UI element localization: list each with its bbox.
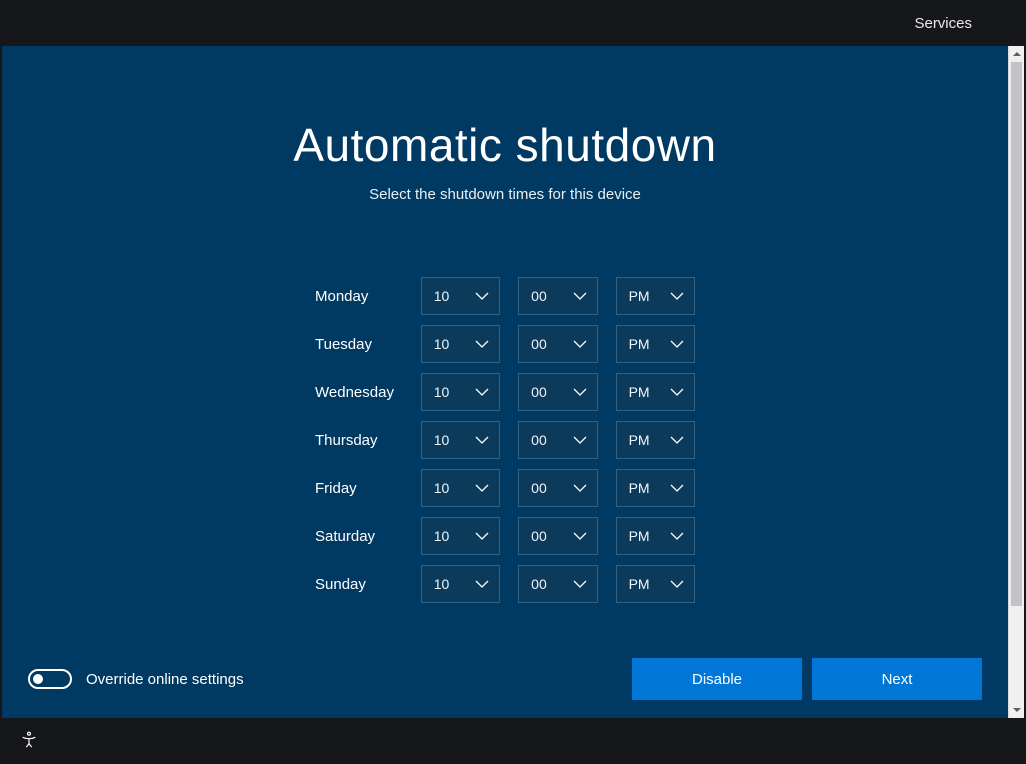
schedule-row: Sunday 10 00 PM	[315, 565, 695, 603]
day-label: Thursday	[315, 432, 403, 449]
footer-row: Override online settings Disable Next	[28, 658, 982, 700]
main-panel: Automatic shutdown Select the shutdown t…	[2, 46, 1008, 718]
chevron-down-icon	[670, 577, 684, 591]
schedule-row: Saturday 10 00 PM	[315, 517, 695, 555]
chevron-down-icon	[573, 433, 587, 447]
ampm-dropdown[interactable]: PM	[616, 373, 695, 411]
day-label: Wednesday	[315, 384, 403, 401]
disable-button[interactable]: Disable	[632, 658, 802, 700]
day-label: Saturday	[315, 528, 403, 545]
day-label: Sunday	[315, 576, 403, 593]
schedule-row: Tuesday 10 00 PM	[315, 325, 695, 363]
titlebar-title: Services	[914, 15, 972, 32]
chevron-down-icon	[475, 385, 489, 399]
minute-dropdown[interactable]: 00	[518, 469, 597, 507]
minute-value: 00	[531, 288, 547, 304]
hour-dropdown[interactable]: 10	[421, 277, 500, 315]
minute-dropdown[interactable]: 00	[518, 565, 597, 603]
scroll-thumb[interactable]	[1011, 62, 1022, 606]
toggle-dot	[33, 674, 43, 684]
ampm-dropdown[interactable]: PM	[616, 565, 695, 603]
chevron-down-icon	[475, 481, 489, 495]
chevron-down-icon	[670, 433, 684, 447]
chevron-down-icon	[475, 289, 489, 303]
schedule-grid: Monday 10 00 PM Tuesday	[2, 277, 1008, 603]
hour-dropdown[interactable]: 10	[421, 517, 500, 555]
ampm-value: PM	[629, 288, 650, 304]
minute-dropdown[interactable]: 00	[518, 421, 597, 459]
chevron-down-icon	[670, 385, 684, 399]
day-label: Monday	[315, 288, 403, 305]
hour-dropdown[interactable]: 10	[421, 469, 500, 507]
schedule-row: Friday 10 00 PM	[315, 469, 695, 507]
day-label: Tuesday	[315, 336, 403, 353]
hour-dropdown[interactable]: 10	[421, 421, 500, 459]
ampm-dropdown[interactable]: PM	[616, 469, 695, 507]
next-button[interactable]: Next	[812, 658, 982, 700]
chevron-down-icon	[670, 481, 684, 495]
chevron-down-icon	[573, 577, 587, 591]
chevron-down-icon	[573, 337, 587, 351]
override-toggle-group: Override online settings	[28, 669, 244, 689]
minute-dropdown[interactable]: 00	[518, 325, 597, 363]
ampm-dropdown[interactable]: PM	[616, 517, 695, 555]
chevron-down-icon	[573, 529, 587, 543]
chevron-down-icon	[573, 385, 587, 399]
scroll-up-button[interactable]	[1009, 46, 1024, 62]
minute-dropdown[interactable]: 00	[518, 277, 597, 315]
page-title: Automatic shutdown	[2, 118, 1008, 172]
schedule-row: Monday 10 00 PM	[315, 277, 695, 315]
page-subtitle: Select the shutdown times for this devic…	[2, 186, 1008, 203]
scroll-track[interactable]	[1009, 62, 1024, 702]
ampm-dropdown[interactable]: PM	[616, 325, 695, 363]
chevron-down-icon	[475, 433, 489, 447]
minute-dropdown[interactable]: 00	[518, 373, 597, 411]
override-toggle[interactable]	[28, 669, 72, 689]
chevron-down-icon	[475, 529, 489, 543]
chevron-down-icon	[573, 289, 587, 303]
ampm-dropdown[interactable]: PM	[616, 421, 695, 459]
hour-dropdown[interactable]: 10	[421, 565, 500, 603]
ease-of-access-icon[interactable]	[20, 731, 38, 749]
ampm-dropdown[interactable]: PM	[616, 277, 695, 315]
titlebar: Services	[0, 0, 1026, 46]
day-label: Friday	[315, 480, 403, 497]
bottom-bar	[2, 718, 1024, 762]
chevron-down-icon	[670, 337, 684, 351]
hour-dropdown[interactable]: 10	[421, 325, 500, 363]
override-label: Override online settings	[86, 671, 244, 688]
chevron-down-icon	[670, 529, 684, 543]
minute-dropdown[interactable]: 00	[518, 517, 597, 555]
chevron-down-icon	[1013, 706, 1021, 714]
schedule-row: Thursday 10 00 PM	[315, 421, 695, 459]
oobe-window: Services Automatic shutdown Select the s…	[0, 0, 1026, 764]
button-row: Disable Next	[632, 658, 982, 700]
chevron-down-icon	[475, 337, 489, 351]
hour-value: 10	[434, 288, 450, 304]
schedule-row: Wednesday 10 00 PM	[315, 373, 695, 411]
scroll-down-button[interactable]	[1009, 702, 1024, 718]
chevron-down-icon	[573, 481, 587, 495]
hour-dropdown[interactable]: 10	[421, 373, 500, 411]
chevron-up-icon	[1013, 50, 1021, 58]
vertical-scrollbar[interactable]	[1008, 46, 1024, 718]
chevron-down-icon	[670, 289, 684, 303]
chevron-down-icon	[475, 577, 489, 591]
content-frame: Automatic shutdown Select the shutdown t…	[2, 46, 1024, 718]
